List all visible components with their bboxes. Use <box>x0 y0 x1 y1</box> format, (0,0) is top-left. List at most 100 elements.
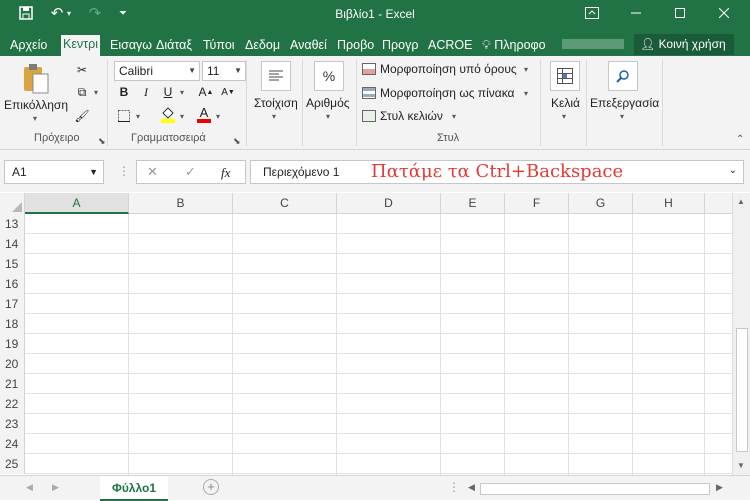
row-header[interactable]: 22 <box>0 394 25 414</box>
paste-dropdown-icon[interactable]: ▾ <box>33 114 37 123</box>
horizontal-scroll-thumb[interactable] <box>480 483 710 495</box>
row-header[interactable]: 20 <box>0 354 25 374</box>
prev-sheet-icon[interactable]: ◀ <box>26 482 33 493</box>
collapse-ribbon-icon[interactable]: ⌃ <box>736 134 744 145</box>
underline-dropdown-icon[interactable]: ▾ <box>180 88 184 97</box>
tab-split-icon[interactable]: ⋮ <box>448 480 460 494</box>
tab-data[interactable]: Δεδομ <box>243 36 282 56</box>
tab-page-layout[interactable]: Διάταξ <box>154 36 194 56</box>
expand-formula-bar-icon[interactable]: ⌄ <box>729 165 737 176</box>
column-header[interactable]: B <box>129 193 233 214</box>
share-button[interactable]: 👤︎ Κοινή χρήση <box>634 34 734 55</box>
row-header[interactable]: 23 <box>0 414 25 434</box>
vertical-scroll-thumb[interactable] <box>736 328 748 452</box>
cancel-icon[interactable]: ✕ <box>147 164 158 180</box>
paste-icon[interactable] <box>22 62 50 96</box>
clipboard-launcher-icon[interactable]: ⬊ <box>98 136 106 147</box>
borders-dropdown-icon[interactable]: ▾ <box>136 112 140 121</box>
add-sheet-icon[interactable]: + <box>203 479 219 495</box>
name-box[interactable]: A1 ▼ <box>4 160 104 184</box>
column-header[interactable]: D <box>337 193 441 214</box>
column-header[interactable]: A <box>25 193 129 214</box>
font-color-dropdown-icon[interactable]: ▾ <box>216 112 220 121</box>
editing-button[interactable]: Επεξεργασία <box>590 96 659 110</box>
conditional-formatting-button[interactable]: Μορφοποίηση υπό όρους ▾ <box>362 61 532 79</box>
minimize-icon[interactable] <box>614 0 658 26</box>
next-sheet-icon[interactable]: ▶ <box>52 482 59 493</box>
scroll-left-icon[interactable]: ◀ <box>468 482 475 493</box>
row-header[interactable]: 15 <box>0 254 25 274</box>
ribbon-separator <box>586 60 587 146</box>
copy-dropdown-icon[interactable]: ▾ <box>94 88 98 97</box>
column-header[interactable]: C <box>233 193 337 214</box>
ribbon-tabs: Αρχείο Κεντρι Εισαγω Διάταξ Τύποι Δεδομ … <box>0 32 750 56</box>
borders-icon[interactable] <box>114 106 134 126</box>
tab-formulas[interactable]: Τύποι <box>201 36 237 56</box>
alignment-icon[interactable] <box>261 61 291 91</box>
alignment-dropdown-icon[interactable]: ▾ <box>272 112 276 121</box>
column-header[interactable]: G <box>569 193 633 214</box>
font-launcher-icon[interactable]: ⬊ <box>233 136 241 147</box>
tab-file[interactable]: Αρχείο <box>8 36 49 56</box>
scroll-down-icon[interactable]: ▼ <box>737 461 745 470</box>
worksheet-grid[interactable]: A B C D E F G H 13 14 15 16 17 18 19 20 … <box>0 193 732 475</box>
copy-icon[interactable]: ⧉ <box>72 82 92 102</box>
select-all-corner[interactable] <box>0 193 25 214</box>
tell-me-search[interactable]: 💡︎ Πληροφο <box>480 36 548 56</box>
tab-review[interactable]: Αναθεί <box>288 36 329 56</box>
format-painter-icon[interactable]: 🖌︎ <box>72 106 92 126</box>
row-header[interactable]: 13 <box>0 214 25 234</box>
number-button[interactable]: Αριθμός <box>306 96 350 110</box>
tab-acrobat[interactable]: ACROE <box>426 36 474 56</box>
alignment-button[interactable]: Στοίχιση <box>254 96 298 110</box>
fill-color-dropdown-icon[interactable]: ▾ <box>180 112 184 121</box>
close-icon[interactable] <box>702 0 746 26</box>
bold-button[interactable]: B <box>114 82 134 102</box>
column-header[interactable]: H <box>633 193 705 214</box>
font-color-icon[interactable]: A <box>194 104 214 124</box>
paste-button[interactable]: Επικόλληση <box>4 98 68 112</box>
cut-icon[interactable]: ✂ <box>72 60 92 80</box>
row-header[interactable]: 18 <box>0 314 25 334</box>
name-box-dropdown-icon[interactable]: ▼ <box>89 161 98 183</box>
formula-input[interactable]: Περιεχόμενο 1 Πατάμε τα Ctrl+Backspace ⌄ <box>250 160 744 184</box>
sheet-tab[interactable]: Φύλλο1 <box>100 476 168 501</box>
tab-developer[interactable]: Προγρ <box>380 36 420 56</box>
insert-function-icon[interactable]: fx <box>221 165 230 181</box>
ribbon-separator <box>356 60 357 146</box>
row-header[interactable]: 25 <box>0 454 25 474</box>
cell-styles-button[interactable]: Στυλ κελιών ▾ <box>362 108 532 126</box>
cells-icon[interactable] <box>550 61 580 91</box>
italic-button[interactable]: I <box>136 82 156 102</box>
row-header[interactable]: 19 <box>0 334 25 354</box>
underline-button[interactable]: U <box>158 82 178 102</box>
tab-view[interactable]: Προβο <box>335 36 376 56</box>
font-shrink-icon[interactable]: A ▼ <box>218 82 238 102</box>
editing-dropdown-icon[interactable]: ▾ <box>620 112 624 121</box>
scroll-up-icon[interactable]: ▲ <box>737 197 745 206</box>
column-header[interactable]: E <box>441 193 505 214</box>
enter-icon[interactable]: ✓ <box>185 164 196 180</box>
tab-insert[interactable]: Εισαγω <box>108 36 154 56</box>
scroll-right-icon[interactable]: ▶ <box>716 482 723 493</box>
font-size-combo[interactable]: 11 ▼ <box>202 61 246 81</box>
row-header[interactable]: 17 <box>0 294 25 314</box>
fill-color-icon[interactable] <box>158 104 178 124</box>
vertical-scrollbar[interactable]: ▲ ▼ <box>732 193 750 475</box>
font-name-combo[interactable]: Calibri ▼ <box>114 61 200 81</box>
tab-home[interactable]: Κεντρι <box>61 35 100 56</box>
cells-dropdown-icon[interactable]: ▾ <box>562 112 566 121</box>
search-icon[interactable] <box>608 61 638 91</box>
number-dropdown-icon[interactable]: ▾ <box>326 112 330 121</box>
format-as-table-button[interactable]: Μορφοποίηση ως πίνακα ▾ <box>362 85 532 103</box>
row-header[interactable]: 14 <box>0 234 25 254</box>
row-header[interactable]: 24 <box>0 434 25 454</box>
column-header[interactable]: F <box>505 193 569 214</box>
ribbon-display-icon[interactable] <box>570 0 614 26</box>
row-header[interactable]: 16 <box>0 274 25 294</box>
maximize-icon[interactable] <box>658 0 702 26</box>
cells-button[interactable]: Κελιά <box>551 96 580 110</box>
percent-icon[interactable]: % <box>314 61 344 91</box>
font-grow-icon[interactable]: A ▲ <box>196 82 216 102</box>
row-header[interactable]: 21 <box>0 374 25 394</box>
